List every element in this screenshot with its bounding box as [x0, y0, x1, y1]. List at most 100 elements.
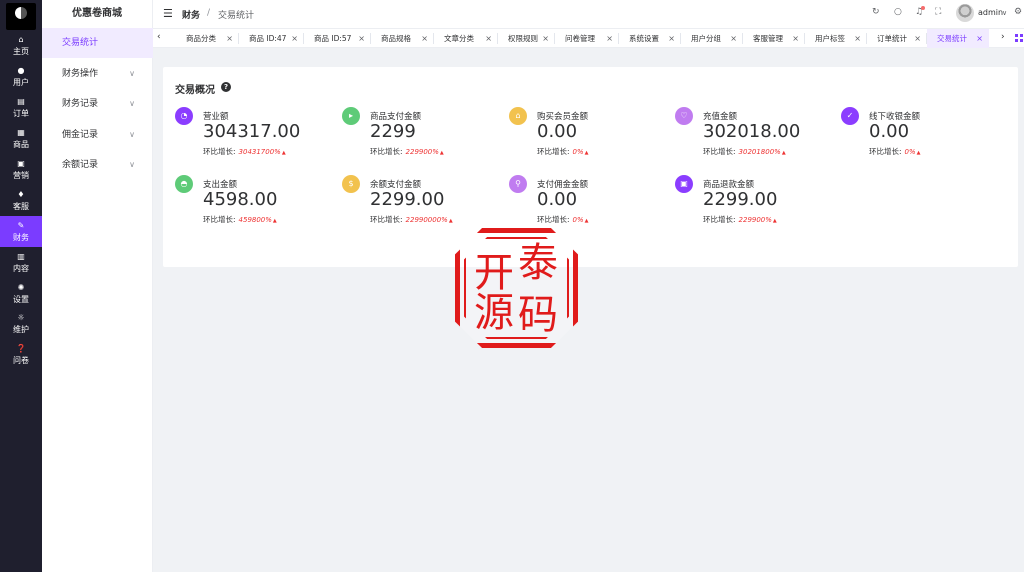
tab-2[interactable]: 商品 ID:57 ×: [304, 29, 371, 48]
close-icon[interactable]: ×: [730, 29, 737, 48]
sidebar-item-0[interactable]: 交易统计: [42, 28, 153, 58]
rail-item-label: 主页: [13, 47, 29, 56]
close-icon[interactable]: ×: [792, 29, 799, 48]
tab-6[interactable]: 问卷管理 ×: [555, 29, 619, 48]
growth-label: 环比增长:: [370, 147, 403, 156]
help-icon[interactable]: ?: [221, 82, 231, 92]
tab-label: 权限规则: [508, 34, 538, 43]
tab-9[interactable]: 客服管理 ×: [743, 29, 805, 48]
growth-label: 环比增长:: [869, 147, 902, 156]
breadcrumb-separator: /: [207, 8, 211, 18]
metric-card: ◔ 营业额 304317.00 环比增长: 30431700%▲: [175, 107, 335, 167]
tab-10[interactable]: 用户标签 ×: [805, 29, 867, 48]
expense-icon: ◓: [175, 175, 193, 193]
metric-growth: 环比增长: 22990000%▲: [370, 214, 453, 225]
sidebar-item-4[interactable]: 余额记录 ∨: [42, 150, 153, 180]
overview-card: 交易概况 ? ◔ 营业额 304317.00 环比增长: 30431700%▲ ▸ 商品支付…: [163, 67, 1018, 267]
tab-label: 系统设置: [629, 34, 659, 43]
metric-growth: 环比增长: 30201800%▲: [703, 146, 786, 157]
growth-label: 环比增长:: [203, 215, 236, 224]
tab-0[interactable]: 商品分类 ×: [176, 29, 239, 48]
rail-item-4[interactable]: ▣ 营销: [0, 154, 42, 185]
growth-percent: 459800%: [238, 216, 272, 224]
gear-icon[interactable]: ⚙: [1014, 7, 1022, 17]
top-header: ☰ 财务 / 交易统计 ↻ ○ ♫ ⛶ admin ∨ ⚙: [153, 0, 1024, 28]
tab-12[interactable]: 交易统计 ×: [927, 29, 989, 48]
tab-11[interactable]: 订单统计 ×: [867, 29, 927, 48]
rail-item-3[interactable]: ▦ 商品: [0, 123, 42, 154]
tabs-scroll-left-icon[interactable]: ‹: [157, 32, 161, 42]
rail-item-6[interactable]: ✎ 财务: [0, 216, 42, 247]
rail-item-8[interactable]: ✺ 设置: [0, 278, 42, 309]
close-icon[interactable]: ×: [606, 29, 613, 48]
sidebar-item-label: 财务操作: [62, 69, 99, 79]
metric-card: ▣ 商品退款金额 2299.00 环比增长: 229900%▲: [675, 175, 835, 235]
close-icon[interactable]: ×: [291, 29, 298, 48]
balance-pay-icon: $: [342, 175, 360, 193]
tab-1[interactable]: 商品 ID:47 ×: [239, 29, 304, 48]
rail-item-7[interactable]: ▥ 内容: [0, 247, 42, 278]
fullscreen-icon[interactable]: ⛶: [935, 7, 941, 17]
rail-item-1[interactable]: ● 用户: [0, 61, 42, 92]
close-icon[interactable]: ×: [668, 29, 675, 48]
survey-icon: ❓: [16, 344, 26, 353]
sidebar-item-3[interactable]: 佣金记录 ∨: [42, 120, 153, 150]
close-icon[interactable]: ×: [914, 29, 921, 48]
chevron-down-icon: ∨: [129, 160, 135, 169]
tab-8[interactable]: 用户分组 ×: [681, 29, 743, 48]
close-icon[interactable]: ×: [976, 29, 983, 48]
watermark-seal: 开 泰 源 码: [455, 228, 578, 348]
rail-item-label: 营销: [13, 171, 29, 180]
rail-item-9[interactable]: ☼ 维护: [0, 308, 42, 339]
metric-value: 0.00: [537, 189, 578, 210]
chevron-down-icon: ∨: [129, 69, 135, 78]
refund-icon: ▣: [675, 175, 693, 193]
rail-item-label: 商品: [13, 140, 29, 149]
close-icon[interactable]: ×: [358, 29, 365, 48]
close-icon[interactable]: ×: [421, 29, 428, 48]
close-icon[interactable]: ×: [485, 29, 492, 48]
metric-card: ✓ 线下收银金额 0.00 环比增长: 0%▲: [841, 107, 1001, 167]
tabs-menu-grid-icon[interactable]: [1015, 34, 1023, 42]
metric-card: ⚲ 支付佣金金额 0.00 环比增长: 0%▲: [509, 175, 669, 235]
sidebar-item-2[interactable]: 财务记录 ∨: [42, 89, 153, 119]
rail-item-label: 问卷: [13, 356, 29, 365]
tabs-scroll-right-icon[interactable]: ›: [1001, 32, 1005, 42]
metric-card: ◓ 支出金额 4598.00 环比增长: 459800%▲: [175, 175, 335, 235]
tab-4[interactable]: 文章分类 ×: [434, 29, 498, 48]
user-name[interactable]: admin: [978, 8, 1003, 17]
user-avatar[interactable]: [956, 4, 974, 22]
rail-item-10[interactable]: ❓ 问卷: [0, 339, 42, 370]
finance-sidebar: 优惠卷商城 交易统计 财务操作 ∨ 财务记录 ∨ 佣金记录 ∨ 余额记录 ∨: [42, 0, 153, 572]
growth-percent: 0%: [572, 216, 584, 224]
tab-label: 交易统计: [937, 34, 967, 43]
tab-5[interactable]: 权限规则 ×: [498, 29, 555, 48]
search-icon[interactable]: ○: [894, 7, 902, 17]
metric-value: 0.00: [537, 121, 578, 142]
metric-value: 2299: [370, 121, 416, 142]
seal-char: 开: [474, 250, 514, 296]
refresh-icon[interactable]: ↻: [872, 7, 880, 17]
tab-7[interactable]: 系统设置 ×: [619, 29, 681, 48]
home-icon: ⌂: [18, 35, 24, 44]
sidebar-item-1[interactable]: 财务操作 ∨: [42, 59, 153, 89]
caret-up-icon: ▲: [584, 150, 589, 156]
breadcrumb-parent[interactable]: 财务: [182, 8, 200, 21]
app-logo[interactable]: [6, 3, 36, 30]
rail-item-0[interactable]: ⌂ 主页: [0, 30, 42, 61]
rail-item-2[interactable]: ▤ 订单: [0, 92, 42, 123]
tab-label: 商品分类: [186, 34, 216, 43]
rail-item-5[interactable]: ♦ 客服: [0, 185, 42, 216]
tab-label: 文章分类: [444, 34, 474, 43]
chevron-down-icon[interactable]: ∨: [1002, 9, 1007, 17]
tab-label: 订单统计: [877, 34, 907, 43]
close-icon[interactable]: ×: [226, 29, 233, 48]
member-icon: ⌂: [509, 107, 527, 125]
close-icon[interactable]: ×: [854, 29, 861, 48]
close-icon[interactable]: ×: [542, 29, 549, 48]
menu-toggle-icon[interactable]: ☰: [163, 7, 173, 20]
marketing-icon: ▣: [17, 159, 25, 168]
metric-value: 2299.00: [370, 189, 445, 210]
growth-percent: 22990000%: [405, 216, 448, 224]
tab-3[interactable]: 商品规格 ×: [371, 29, 434, 48]
